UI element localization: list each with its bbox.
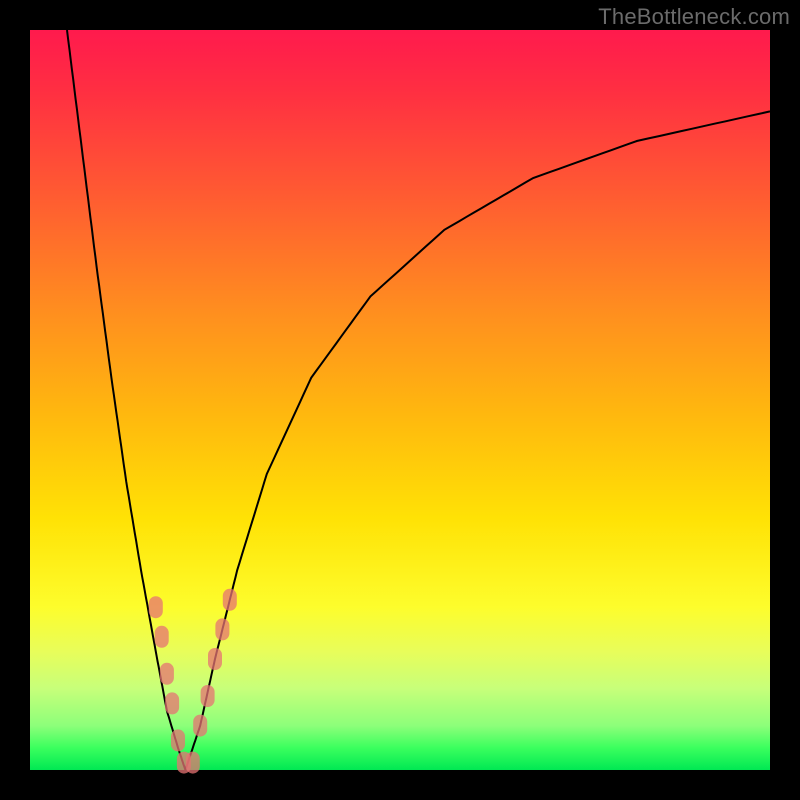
data-point-10 <box>215 618 229 640</box>
data-point-0 <box>149 596 163 618</box>
chart-frame: TheBottleneck.com <box>0 0 800 800</box>
plot-area <box>30 30 770 770</box>
data-point-1 <box>155 626 169 648</box>
data-point-3 <box>165 692 179 714</box>
curve-right-branch <box>185 111 770 770</box>
curve-left-branch <box>67 30 185 770</box>
watermark-text: TheBottleneck.com <box>598 4 790 30</box>
data-point-11 <box>223 589 237 611</box>
chart-svg <box>30 30 770 770</box>
curves-group <box>67 30 770 770</box>
data-point-8 <box>201 685 215 707</box>
data-point-6 <box>186 752 200 774</box>
data-point-9 <box>208 648 222 670</box>
data-point-7 <box>193 715 207 737</box>
data-point-4 <box>171 729 185 751</box>
data-point-2 <box>160 663 174 685</box>
